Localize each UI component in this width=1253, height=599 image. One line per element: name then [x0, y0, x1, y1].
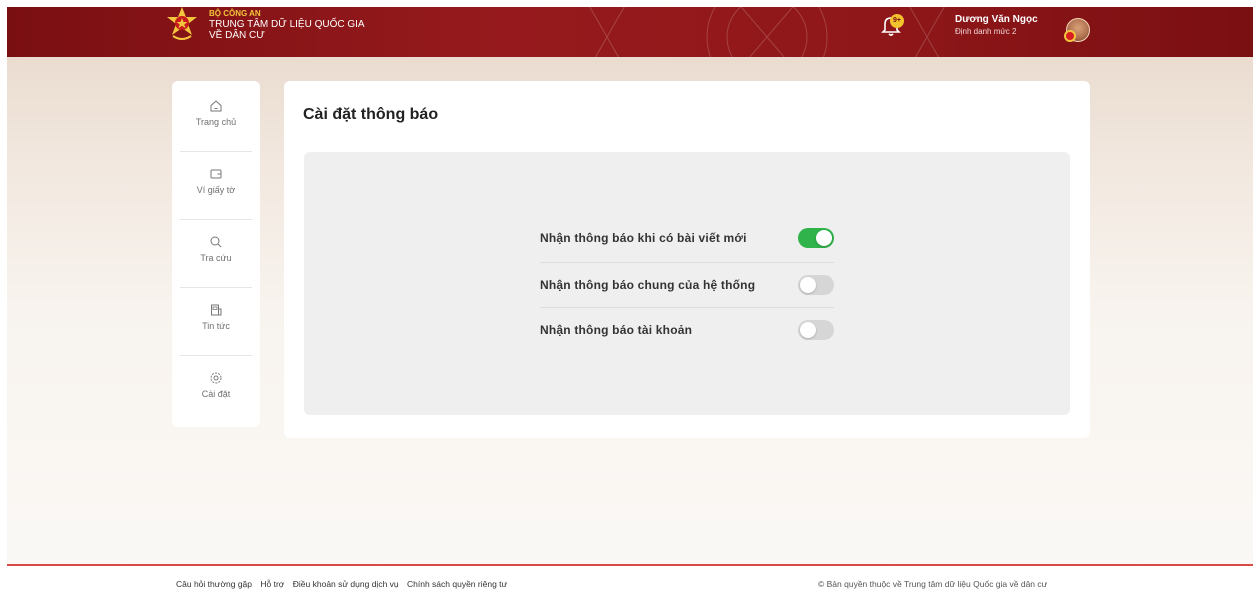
user-name: Dương Văn Ngọc [955, 14, 1038, 25]
gear-icon [210, 372, 222, 384]
footer: Câu hỏi thường gặp Hỗ trợ Điều khoản sử … [7, 564, 1253, 599]
sidebar-divider [180, 151, 252, 152]
toggle-account[interactable] [798, 320, 834, 340]
footer-link-terms[interactable]: Điều khoản sử dụng dịch vụ [293, 579, 399, 589]
footer-links: Câu hỏi thường gặp Hỗ trợ Điều khoản sử … [176, 579, 513, 589]
sidebar-item-search[interactable]: Tra cứu [180, 221, 252, 287]
sidebar-item-news[interactable]: Tin tức [180, 289, 252, 355]
avatar-status-dot [1064, 30, 1076, 42]
setting-row-account: Nhận thông báo tài khoản [540, 307, 834, 353]
sidebar-item-label: Tin tức [202, 321, 230, 331]
toggle-system[interactable] [798, 275, 834, 295]
notification-count-badge: 9+ [890, 14, 904, 28]
brand-line-1: BỘ CÔNG AN [209, 9, 261, 18]
sidebar-divider [180, 355, 252, 356]
brand-line-3: VỀ DÂN CƯ [209, 30, 265, 41]
toggle-knob [800, 322, 816, 338]
sidebar-divider [180, 219, 252, 220]
footer-link-faq[interactable]: Câu hỏi thường gặp [176, 579, 252, 589]
home-icon [210, 100, 222, 112]
sidebar-item-label: Ví giấy tờ [196, 185, 236, 195]
police-emblem-icon [167, 7, 197, 40]
brand-title: BỘ CÔNG AN TRUNG TÂM DỮ LIỆU QUỐC GIA VỀ… [209, 8, 365, 41]
user-identity-level: Định danh mức 2 [955, 27, 1017, 36]
sidebar-item-label: Trang chủ [195, 117, 237, 127]
page-title: Cài đặt thông báo [303, 106, 439, 123]
user-info[interactable]: Dương Văn Ngọc Định danh mức 2 [955, 14, 1038, 38]
sidebar-item-wallet[interactable]: Ví giấy tờ [180, 153, 252, 219]
setting-label: Nhận thông báo khi có bài viết mới [540, 231, 747, 245]
main-panel: Cài đặt thông báo Nhận thông báo khi có … [284, 81, 1090, 438]
notification-settings-box: Nhận thông báo khi có bài viết mới Nhận … [304, 152, 1070, 415]
sidebar-item-home[interactable]: Trang chủ [180, 85, 252, 151]
news-icon [211, 304, 222, 316]
brand-line-2: TRUNG TÂM DỮ LIỆU QUỐC GIA [209, 19, 365, 30]
toggle-knob [800, 277, 816, 293]
footer-link-support[interactable]: Hỗ trợ [260, 579, 284, 589]
copyright-text: © Bản quyền thuộc về Trung tâm dữ liệu Q… [818, 579, 1048, 589]
setting-row-system: Nhận thông báo chung của hệ thống [540, 262, 834, 308]
sidebar-item-label: Tra cứu [200, 253, 232, 263]
avatar[interactable] [1064, 18, 1090, 42]
setting-label: Nhận thông báo tài khoản [540, 323, 693, 337]
search-icon [210, 236, 222, 248]
toggle-new-posts[interactable] [798, 228, 834, 248]
toggle-knob [816, 230, 832, 246]
sidebar-divider [180, 287, 252, 288]
setting-row-new-posts: Nhận thông báo khi có bài viết mới [540, 215, 834, 261]
footer-link-privacy[interactable]: Chính sách quyền riêng tư [407, 579, 507, 589]
setting-label: Nhận thông báo chung của hệ thống [540, 278, 756, 292]
wallet-icon [210, 169, 222, 179]
header-pattern-decoration [589, 7, 945, 57]
sidebar-item-settings[interactable]: Cài đặt [180, 357, 252, 423]
sidebar-item-label: Cài đặt [201, 389, 231, 399]
sidebar-nav: Trang chủ Ví giấy tờ Tra cứu Tin tức Cài [172, 81, 260, 427]
